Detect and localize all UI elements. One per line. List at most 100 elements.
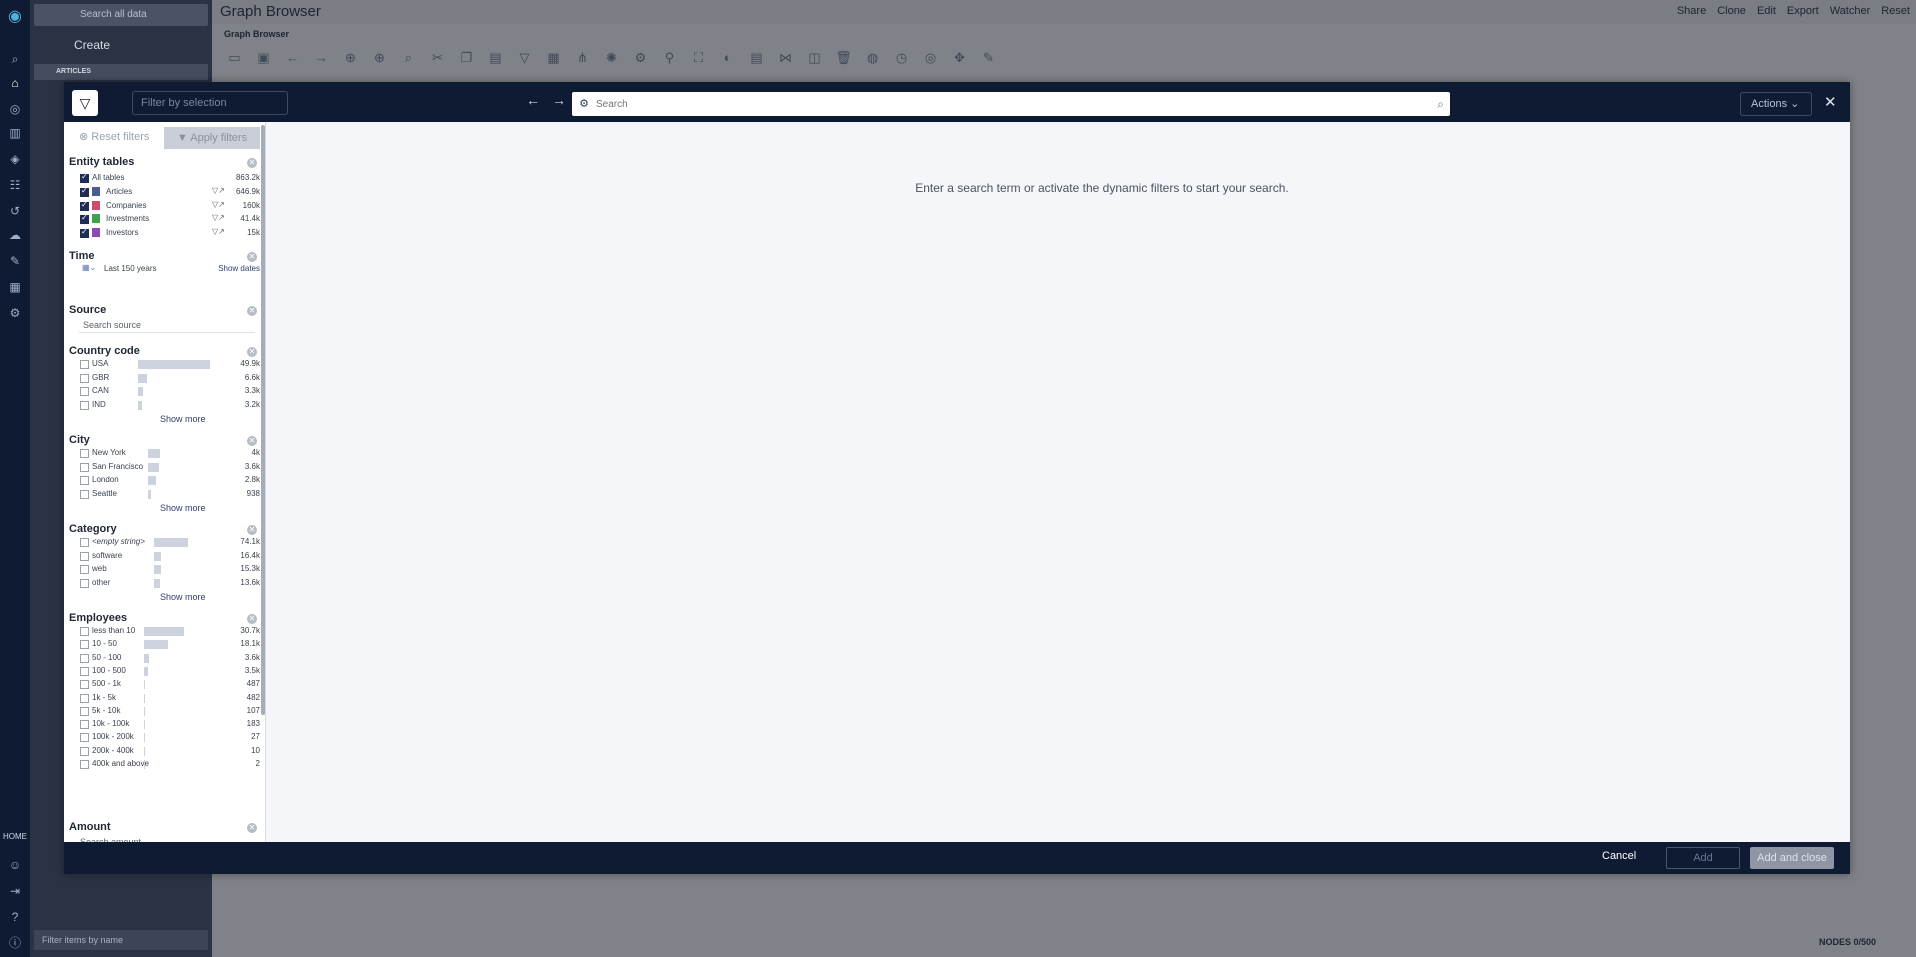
- actions-dropdown[interactable]: Actions ⌄: [1740, 92, 1812, 116]
- apply-filters-button[interactable]: ▼ Apply filters: [164, 127, 260, 149]
- select-all-icon[interactable]: ⛶: [686, 46, 711, 80]
- filter-items-input[interactable]: Filter items by name: [34, 930, 208, 950]
- all-tables-row[interactable]: All tables 863.2k: [80, 172, 260, 185]
- time-range-row[interactable]: ▦⌄ Last 150 years Show dates: [80, 263, 260, 276]
- share-link[interactable]: Share: [1677, 5, 1706, 17]
- employees-row[interactable]: 100 - 500 3.5k: [80, 665, 260, 678]
- wrench-icon[interactable]: ✎: [6, 252, 24, 270]
- country-row[interactable]: CAN 3.3k: [80, 385, 260, 398]
- country-show-more-link[interactable]: Show more: [160, 414, 206, 424]
- cancel-button[interactable]: Cancel: [1602, 850, 1636, 862]
- info-icon[interactable]: ⓘ: [6, 934, 24, 952]
- history-icon[interactable]: ↺: [6, 202, 24, 220]
- amount-clear-icon[interactable]: ✕: [247, 823, 257, 833]
- help-icon[interactable]: ?: [6, 908, 24, 926]
- home-icon[interactable]: ⌂: [6, 74, 24, 92]
- checkbox[interactable]: [80, 720, 89, 730]
- checkbox[interactable]: [80, 693, 89, 703]
- checkbox[interactable]: [80, 462, 89, 472]
- search-icon[interactable]: ⌕: [1437, 92, 1444, 116]
- checkbox[interactable]: [80, 578, 89, 588]
- table-row[interactable]: Companies ▽↗ 160k: [80, 200, 260, 213]
- visualize-icon[interactable]: ◎: [918, 46, 943, 80]
- open-icon[interactable]: ▭: [222, 46, 247, 80]
- filter-icon[interactable]: ▽↗: [212, 213, 225, 222]
- paste-icon[interactable]: ▤: [483, 46, 508, 80]
- country-row[interactable]: USA 49.9k: [80, 358, 260, 371]
- chart-icon[interactable]: ▥: [6, 124, 24, 142]
- create-button[interactable]: Create: [34, 34, 208, 56]
- checkbox[interactable]: [80, 172, 89, 183]
- checkbox[interactable]: [80, 551, 89, 561]
- employees-row[interactable]: 100k - 200k 27: [80, 731, 260, 744]
- category-row[interactable]: web 15.3k: [80, 563, 260, 576]
- checkbox[interactable]: [80, 706, 89, 716]
- filter-icon[interactable]: ▽↗: [212, 200, 225, 209]
- city-row[interactable]: New York 4k: [80, 447, 260, 460]
- employees-row[interactable]: 10 - 50 18.1k: [80, 638, 260, 651]
- category-row[interactable]: <empty string> 74.1k: [80, 536, 260, 549]
- employees-row[interactable]: less than 10 30.7k: [80, 625, 260, 638]
- hierarchy-icon[interactable]: ⋔: [570, 46, 595, 80]
- country-row[interactable]: IND 3.2k: [80, 399, 260, 412]
- checkbox[interactable]: [80, 733, 89, 743]
- entity-tables-clear-icon[interactable]: ✕: [247, 158, 257, 168]
- add-button[interactable]: Add: [1666, 847, 1740, 869]
- employees-row[interactable]: 400k and above 2: [80, 758, 260, 771]
- filter-icon[interactable]: ▽↗: [212, 227, 225, 236]
- category-clear-icon[interactable]: ✕: [247, 525, 257, 535]
- checkbox[interactable]: [80, 640, 89, 650]
- map-icon[interactable]: ◍: [860, 46, 885, 80]
- copy-icon[interactable]: ❐: [454, 46, 479, 80]
- table-row[interactable]: Articles ▽↗ 646.9k: [80, 186, 260, 199]
- standard-layout-icon[interactable]: ▦: [541, 46, 566, 80]
- close-icon[interactable]: ✕: [1824, 93, 1837, 111]
- time-clear-icon[interactable]: ✕: [247, 252, 257, 262]
- checkbox[interactable]: [80, 200, 89, 211]
- global-search-input[interactable]: Search all data: [34, 4, 208, 26]
- checkbox[interactable]: [80, 400, 89, 410]
- country-clear-icon[interactable]: ✕: [247, 347, 257, 357]
- city-clear-icon[interactable]: ✕: [247, 436, 257, 446]
- calendar-icon[interactable]: ▦⌄: [82, 263, 96, 272]
- employees-clear-icon[interactable]: ✕: [247, 614, 257, 624]
- category-row[interactable]: software 16.4k: [80, 550, 260, 563]
- employees-row[interactable]: 1k - 5k 482: [80, 692, 260, 705]
- amount-search-input[interactable]: Search amount: [76, 834, 252, 842]
- city-show-more-link[interactable]: Show more: [160, 503, 206, 513]
- checkbox[interactable]: [80, 538, 89, 547]
- redo-icon[interactable]: →: [309, 46, 334, 80]
- checkbox[interactable]: [80, 387, 89, 396]
- compass-icon[interactable]: ◎: [6, 100, 24, 118]
- checkbox[interactable]: [80, 746, 89, 756]
- reset-link[interactable]: Reset: [1881, 5, 1910, 17]
- add-and-close-button[interactable]: Add and close: [1750, 847, 1834, 869]
- clone-link[interactable]: Clone: [1717, 5, 1746, 17]
- group-icon[interactable]: ▤: [744, 46, 769, 80]
- fit-icon[interactable]: ✥: [947, 46, 972, 80]
- checkbox[interactable]: [80, 227, 89, 238]
- city-row[interactable]: San Francisco 3.6k: [80, 461, 260, 474]
- checkbox[interactable]: [80, 627, 89, 636]
- forward-arrow-icon[interactable]: →: [552, 92, 566, 108]
- time-icon[interactable]: ◷: [889, 46, 914, 80]
- checkbox[interactable]: [80, 653, 89, 663]
- advanced-icon[interactable]: ⚙: [628, 46, 653, 80]
- scrollbar[interactable]: [261, 125, 265, 715]
- create-icon[interactable]: ⊕: [367, 46, 392, 80]
- logout-icon[interactable]: ⇥: [6, 882, 24, 900]
- articles-header[interactable]: ARTICLES: [34, 64, 208, 80]
- employees-row[interactable]: 50 - 100 3.6k: [80, 652, 260, 665]
- checkbox[interactable]: [80, 449, 89, 458]
- employees-row[interactable]: 10k - 100k 183: [80, 718, 260, 731]
- cloud-icon[interactable]: ☁: [6, 226, 24, 244]
- add-nodes-icon[interactable]: ⊕: [338, 46, 363, 80]
- undo-icon[interactable]: ←: [280, 46, 305, 80]
- users-icon[interactable]: ☷: [6, 176, 24, 194]
- search-icon[interactable]: ⌕: [396, 46, 421, 80]
- delete-icon[interactable]: 🗑: [831, 46, 856, 80]
- search-input[interactable]: [596, 95, 1416, 113]
- search-settings-icon[interactable]: ⚙: [576, 92, 592, 116]
- category-show-more-link[interactable]: Show more: [160, 592, 206, 602]
- checkbox[interactable]: [80, 213, 89, 224]
